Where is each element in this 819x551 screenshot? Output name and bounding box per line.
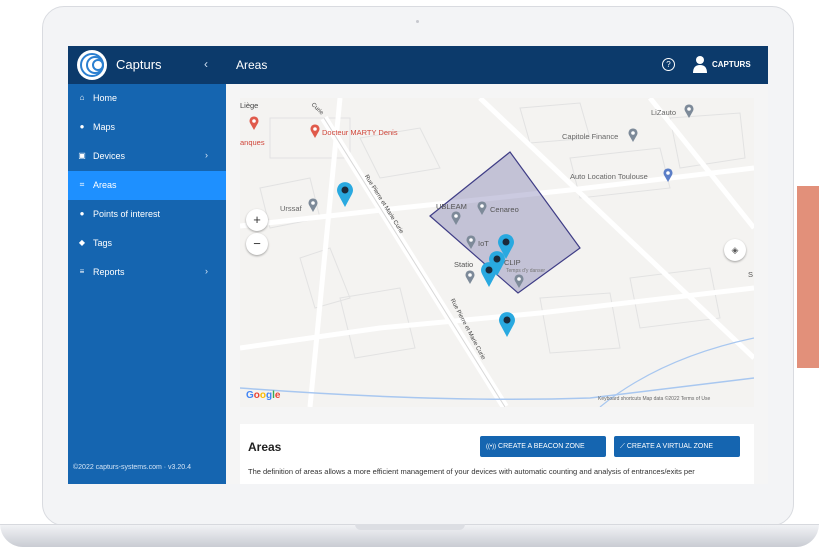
- poi-marker-icon[interactable]: [308, 198, 318, 212]
- footer-copyright: ©2022 capturs-systems.com · v3.20.4: [73, 464, 191, 471]
- map-label-statio: Statio: [454, 260, 474, 269]
- app-name: Capturs: [116, 57, 162, 72]
- map-label-autolocation: Auto Location Toulouse: [570, 172, 648, 181]
- create-beacon-zone-label: CREATE A BEACON ZONE: [498, 443, 585, 450]
- map-label-marty: Docteur MARTY Denis: [322, 128, 398, 137]
- capturs-logo[interactable]: [77, 50, 107, 80]
- poi-marker-icon[interactable]: [249, 116, 259, 130]
- help-icon[interactable]: ?: [662, 58, 675, 71]
- map-label-iot: IoT: [478, 239, 489, 248]
- panel-title: Areas: [248, 440, 282, 454]
- map-label-banques: anques: [240, 138, 265, 147]
- sidebar: Capturs ‹ ⌂ Home ● Maps ▣ Devices › ⌗ Ar…: [68, 46, 226, 484]
- poi-marker-icon[interactable]: [663, 168, 673, 182]
- poi-marker-icon[interactable]: [684, 104, 694, 118]
- sidebar-item-label: Tags: [93, 238, 113, 248]
- map-label-liege: Liège: [240, 101, 259, 110]
- decorative-panel: [797, 186, 819, 368]
- chevron-right-icon: ›: [205, 266, 208, 276]
- map-attribution[interactable]: Keyboard shortcuts Map data ©2022 Terms …: [598, 396, 710, 402]
- sidebar-item-label: Reports: [93, 267, 125, 277]
- poi-icon: ●: [79, 209, 85, 218]
- sidebar-item-points-of-interest[interactable]: ● Points of interest: [68, 200, 226, 229]
- page-title: Areas: [236, 58, 268, 72]
- collapse-sidebar-icon[interactable]: ‹: [204, 57, 208, 71]
- device-marker-icon[interactable]: [498, 311, 516, 337]
- sidebar-item-devices[interactable]: ▣ Devices ›: [68, 142, 226, 171]
- sidebar-item-reports[interactable]: ≡ Reports ›: [68, 258, 226, 287]
- create-virtual-zone-label: CREATE A VIRTUAL ZONE: [626, 443, 714, 450]
- user-avatar-icon[interactable]: [693, 55, 707, 73]
- sidebar-item-home[interactable]: ⌂ Home: [68, 84, 226, 113]
- poi-marker-icon[interactable]: [477, 201, 487, 215]
- zoom-in-button[interactable]: +: [246, 209, 268, 231]
- tag-icon: ◆: [78, 238, 86, 247]
- google-letter: e: [274, 390, 281, 401]
- map-label-clip: CLIP: [504, 258, 521, 267]
- google-letter: G: [246, 390, 254, 401]
- map-label-capitole: Capitole Finance: [562, 132, 619, 141]
- sidebar-item-label: Maps: [93, 122, 116, 132]
- user-name[interactable]: CAPTURS: [712, 60, 751, 69]
- laptop-notch: [355, 524, 465, 530]
- sidebar-item-maps[interactable]: ● Maps: [68, 113, 226, 142]
- device-marker-icon[interactable]: [480, 261, 498, 287]
- poi-marker-icon[interactable]: [628, 128, 638, 142]
- map-label-temps: Temps d'y danser: [506, 268, 546, 274]
- device-marker-icon[interactable]: [336, 181, 354, 207]
- map-label-ubleam: UBLEAM: [436, 202, 467, 211]
- zoom-out-button[interactable]: −: [246, 233, 268, 255]
- sidebar-item-label: Areas: [93, 180, 117, 190]
- app-screen: Capturs ‹ ⌂ Home ● Maps ▣ Devices › ⌗ Ar…: [68, 46, 768, 484]
- beacon-icon: ((•)): [486, 444, 497, 450]
- create-virtual-zone-button[interactable]: ⟋ CREATE A VIRTUAL ZONE: [614, 436, 740, 457]
- top-app-bar: Areas ? CAPTURS: [226, 46, 768, 84]
- brand-header: Capturs ‹: [68, 46, 226, 84]
- polygon-icon: ⟋: [620, 443, 625, 450]
- sidebar-item-label: Home: [93, 93, 118, 103]
- create-beacon-zone-button[interactable]: ((•)) CREATE A BEACON ZONE: [480, 436, 606, 457]
- reports-icon: ≡: [79, 267, 85, 276]
- poi-marker-icon[interactable]: [310, 124, 320, 138]
- areas-icon: ⌗: [79, 180, 85, 189]
- map-marker-icon: ●: [79, 122, 85, 131]
- home-icon: ⌂: [79, 93, 85, 102]
- sidebar-item-areas[interactable]: ⌗ Areas: [68, 171, 226, 200]
- poi-marker-icon[interactable]: [465, 270, 475, 284]
- poi-marker-icon[interactable]: [514, 274, 524, 288]
- map-label-cenareo: Cenareo: [490, 205, 519, 214]
- devices-icon: ▣: [78, 151, 86, 160]
- google-logo: Google: [246, 390, 280, 401]
- map-label-edge: S: [748, 270, 754, 279]
- panel-description: The definition of areas allows a more ef…: [248, 467, 695, 476]
- poi-marker-icon[interactable]: [466, 235, 476, 249]
- camera-icon: [416, 20, 419, 23]
- sidebar-item-label: Points of interest: [93, 209, 161, 219]
- map-label-lizauto: LiZauto: [651, 108, 677, 117]
- areas-panel: Areas ((•)) CREATE A BEACON ZONE ⟋ CREAT…: [240, 424, 754, 484]
- sidebar-item-tags[interactable]: ◆ Tags: [68, 229, 226, 258]
- map-label-urssaf: Urssaf: [280, 204, 302, 213]
- chevron-right-icon: ›: [205, 150, 208, 160]
- poi-marker-icon[interactable]: [451, 211, 461, 225]
- sidebar-item-label: Devices: [93, 151, 126, 161]
- map-view[interactable]: Liège anques Docteur MARTY Denis LiZauto…: [240, 98, 754, 407]
- layers-icon[interactable]: ◈: [724, 239, 746, 261]
